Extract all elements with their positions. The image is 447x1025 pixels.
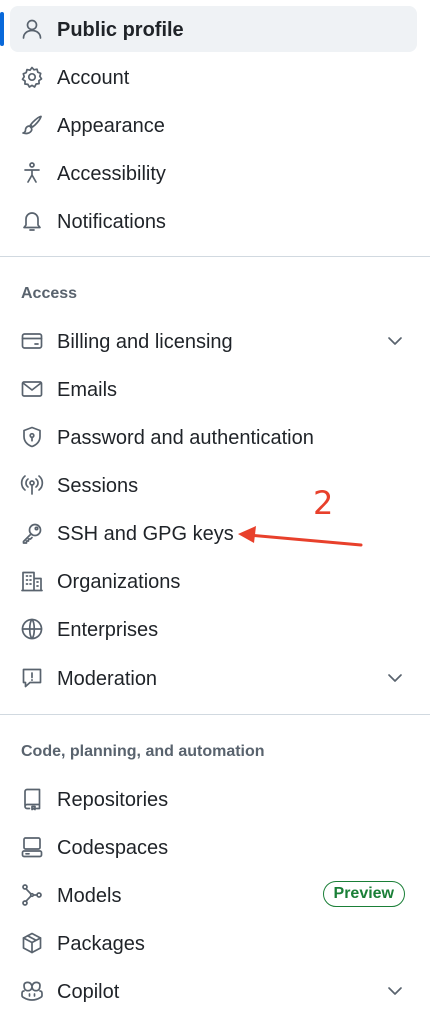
section-divider	[0, 256, 430, 257]
section-heading-code: Code, planning, and automation	[21, 743, 265, 760]
mail-icon	[20, 377, 44, 401]
sidebar-item-moderation[interactable]: Moderation	[10, 655, 417, 701]
sidebar-item-label: Moderation	[57, 668, 158, 690]
section-divider	[0, 714, 430, 715]
sidebar-item-repositories[interactable]: Repositories	[10, 776, 417, 822]
codespaces-icon	[20, 835, 44, 859]
globe-icon	[20, 617, 44, 641]
package-icon	[20, 931, 44, 955]
sidebar-item-label: Appearance	[57, 115, 165, 137]
active-indicator	[0, 12, 4, 46]
gear-icon	[20, 65, 44, 89]
sidebar-item-label: Codespaces	[57, 837, 169, 859]
sidebar-item-label: Sessions	[57, 475, 139, 497]
sidebar-item-label: Packages	[57, 933, 145, 955]
chevron-down-icon[interactable]	[385, 331, 405, 351]
sidebar-item-sessions[interactable]: Sessions	[10, 462, 417, 508]
person-icon	[20, 17, 44, 41]
annotation-number: 2	[313, 484, 334, 522]
sidebar-item-public-profile[interactable]: Public profile	[0, 6, 417, 52]
sidebar-item-billing[interactable]: Billing and licensing	[10, 318, 417, 364]
organization-icon	[20, 569, 44, 593]
broadcast-icon	[20, 473, 44, 497]
key-icon	[20, 521, 44, 545]
sidebar-item-codespaces[interactable]: Codespaces	[10, 824, 417, 870]
sidebar-item-label: Organizations	[57, 571, 181, 593]
bell-icon	[20, 209, 44, 233]
sidebar-item-label: Enterprises	[57, 619, 159, 641]
sidebar-item-label: Password and authentication	[57, 427, 314, 449]
shield-lock-icon	[20, 425, 44, 449]
preview-badge: Preview	[322, 881, 405, 907]
sidebar-item-packages[interactable]: Packages	[10, 920, 417, 966]
sidebar-item-label: Public profile	[57, 19, 184, 41]
models-icon	[20, 883, 44, 907]
accessibility-icon	[20, 161, 44, 185]
sidebar-item-label: Billing and licensing	[57, 331, 233, 353]
chevron-down-icon[interactable]	[385, 981, 405, 1001]
sidebar-item-label: SSH and GPG keys	[57, 523, 234, 545]
section-heading-access: Access	[21, 285, 78, 302]
sidebar-item-enterprises[interactable]: Enterprises	[10, 606, 417, 652]
chevron-down-icon[interactable]	[385, 668, 405, 688]
sidebar-item-label: Notifications	[57, 211, 166, 233]
sidebar-item-label: Emails	[57, 379, 118, 401]
sidebar-item-label: Accessibility	[57, 163, 166, 185]
sidebar-item-accessibility[interactable]: Accessibility	[10, 150, 417, 196]
sidebar-item-organizations[interactable]: Organizations	[10, 558, 417, 604]
sidebar-item-ssh-gpg-keys[interactable]: SSH and GPG keys	[10, 510, 417, 556]
sidebar-item-password[interactable]: Password and authentication	[10, 414, 417, 460]
sidebar-item-models[interactable]: Models Preview	[10, 872, 417, 918]
paintbrush-icon	[20, 113, 44, 137]
sidebar-item-label: Copilot	[57, 981, 120, 1003]
sidebar-item-copilot[interactable]: Copilot	[10, 968, 417, 1014]
report-icon	[20, 666, 44, 690]
sidebar-item-label: Repositories	[57, 789, 169, 811]
copilot-icon	[20, 979, 44, 1003]
repo-icon	[20, 787, 44, 811]
credit-card-icon	[20, 329, 44, 353]
sidebar-item-emails[interactable]: Emails	[10, 366, 417, 412]
sidebar-item-notifications[interactable]: Notifications	[10, 198, 417, 244]
sidebar-item-account[interactable]: Account	[10, 54, 417, 100]
sidebar-item-label: Models	[57, 885, 122, 907]
sidebar-item-appearance[interactable]: Appearance	[10, 102, 417, 148]
sidebar-item-label: Account	[57, 67, 130, 89]
